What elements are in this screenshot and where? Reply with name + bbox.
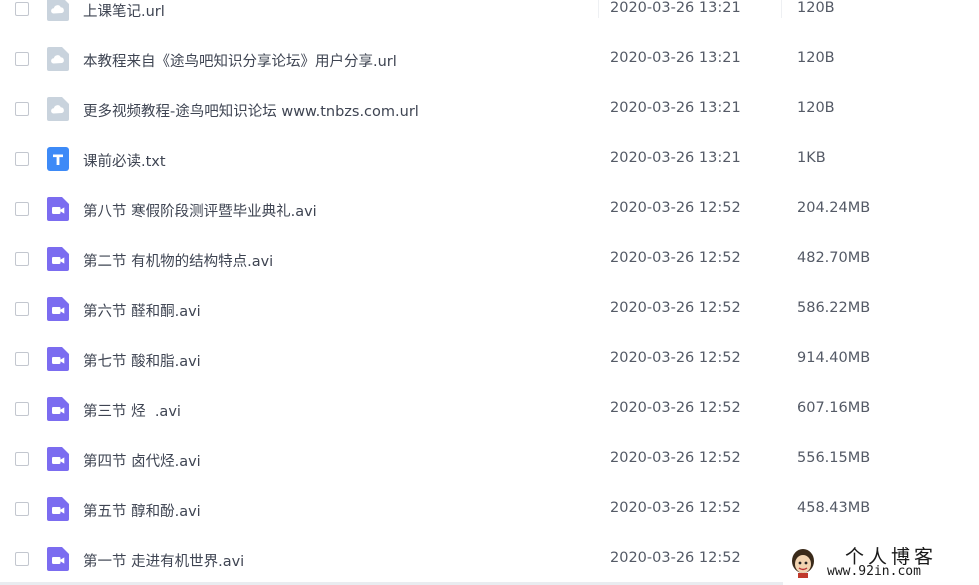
file-size: 120B (797, 0, 835, 16)
file-modified-date: 2020-03-26 12:52 (610, 550, 741, 566)
file-size: 586.22MB (797, 300, 871, 316)
watermark-url: www.92in.com (827, 564, 921, 579)
file-row[interactable]: 第八节 寒假阶段测评暨毕业典礼.avi 2020-03-26 12:52 204… (0, 185, 979, 235)
row-checkbox[interactable] (15, 302, 29, 316)
file-row[interactable]: 更多视频教程-途鸟吧知识论坛 www.tnbzs.com.url 2020-03… (0, 85, 979, 135)
file-row[interactable]: 第六节 醛和酮.avi 2020-03-26 12:52 586.22MB (0, 285, 979, 335)
file-size: 607.16MB (797, 400, 871, 416)
file-modified-date: 2020-03-26 13:21 (610, 100, 741, 116)
file-size: 556.15MB (797, 450, 871, 466)
file-modified-date: 2020-03-26 12:52 (610, 200, 741, 216)
link-file-icon (47, 0, 69, 21)
video-file-icon (47, 547, 69, 571)
file-row[interactable]: 课前必读.txt 2020-03-26 13:21 1KB (0, 135, 979, 185)
video-file-icon (47, 397, 69, 421)
file-row[interactable]: 本教程来自《途鸟吧知识分享论坛》用户分享.url 2020-03-26 13:2… (0, 35, 979, 85)
mascot-icon (789, 546, 817, 578)
file-list: 上课笔记.url 2020-03-26 13:21 120B 本教程来自《途鸟吧… (0, 0, 979, 585)
file-modified-date: 2020-03-26 12:52 (610, 450, 741, 466)
file-modified-date: 2020-03-26 13:21 (610, 50, 741, 66)
row-checkbox[interactable] (15, 252, 29, 266)
file-name[interactable]: 第一节 走进有机世界.avi (83, 550, 244, 571)
file-name[interactable]: 第四节 卤代烃.avi (83, 450, 201, 471)
file-row[interactable]: 上课笔记.url 2020-03-26 13:21 120B (0, 0, 979, 35)
file-modified-date: 2020-03-26 12:52 (610, 400, 741, 416)
video-file-icon (47, 347, 69, 371)
file-modified-date: 2020-03-26 12:52 (610, 250, 741, 266)
file-modified-date: 2020-03-26 12:52 (610, 350, 741, 366)
file-size: 1KB (797, 150, 826, 166)
file-size: 458.43MB (797, 500, 871, 516)
video-file-icon (47, 297, 69, 321)
file-name[interactable]: 第八节 寒假阶段测评暨毕业典礼.avi (83, 200, 317, 221)
file-name[interactable]: 上课笔记.url (83, 0, 165, 21)
column-divider (781, 0, 782, 18)
file-modified-date: 2020-03-26 12:52 (610, 500, 741, 516)
file-name[interactable]: 第五节 醇和酚.avi (83, 500, 201, 521)
file-name[interactable]: 第七节 酸和脂.avi (83, 350, 201, 371)
column-divider (598, 0, 599, 18)
file-modified-date: 2020-03-26 12:52 (610, 300, 741, 316)
file-row[interactable]: 第五节 醇和酚.avi 2020-03-26 12:52 458.43MB (0, 485, 979, 535)
row-checkbox[interactable] (15, 152, 29, 166)
file-row[interactable]: 第二节 有机物的结构特点.avi 2020-03-26 12:52 482.70… (0, 235, 979, 285)
file-modified-date: 2020-03-26 13:21 (610, 0, 741, 16)
file-modified-date: 2020-03-26 13:21 (610, 150, 741, 166)
row-checkbox[interactable] (15, 402, 29, 416)
file-name[interactable]: 第六节 醛和酮.avi (83, 300, 201, 321)
file-name[interactable]: 课前必读.txt (83, 150, 166, 171)
row-checkbox[interactable] (15, 2, 29, 16)
watermark: 个人博客 www.92in.com (783, 538, 979, 585)
file-row[interactable]: 第七节 酸和脂.avi 2020-03-26 12:52 914.40MB (0, 335, 979, 385)
text-file-icon (47, 147, 69, 171)
file-row[interactable]: 第四节 卤代烃.avi 2020-03-26 12:52 556.15MB (0, 435, 979, 485)
row-checkbox[interactable] (15, 452, 29, 466)
row-checkbox[interactable] (15, 502, 29, 516)
file-size: 204.24MB (797, 200, 871, 216)
file-size: 482.70MB (797, 250, 871, 266)
row-checkbox[interactable] (15, 52, 29, 66)
row-checkbox[interactable] (15, 352, 29, 366)
file-row[interactable]: 第三节 烃 .avi 2020-03-26 12:52 607.16MB (0, 385, 979, 435)
file-size: 914.40MB (797, 350, 871, 366)
row-checkbox[interactable] (15, 202, 29, 216)
file-size: 120B (797, 50, 835, 66)
video-file-icon (47, 447, 69, 471)
file-name[interactable]: 第二节 有机物的结构特点.avi (83, 250, 273, 271)
row-checkbox[interactable] (15, 552, 29, 566)
video-file-icon (47, 497, 69, 521)
link-file-icon (47, 97, 69, 121)
row-checkbox[interactable] (15, 102, 29, 116)
file-name[interactable]: 更多视频教程-途鸟吧知识论坛 www.tnbzs.com.url (83, 100, 419, 121)
file-size: 120B (797, 100, 835, 116)
file-name[interactable]: 本教程来自《途鸟吧知识分享论坛》用户分享.url (83, 50, 397, 71)
file-name[interactable]: 第三节 烃 .avi (83, 400, 181, 421)
link-file-icon (47, 47, 69, 71)
video-file-icon (47, 197, 69, 221)
video-file-icon (47, 247, 69, 271)
